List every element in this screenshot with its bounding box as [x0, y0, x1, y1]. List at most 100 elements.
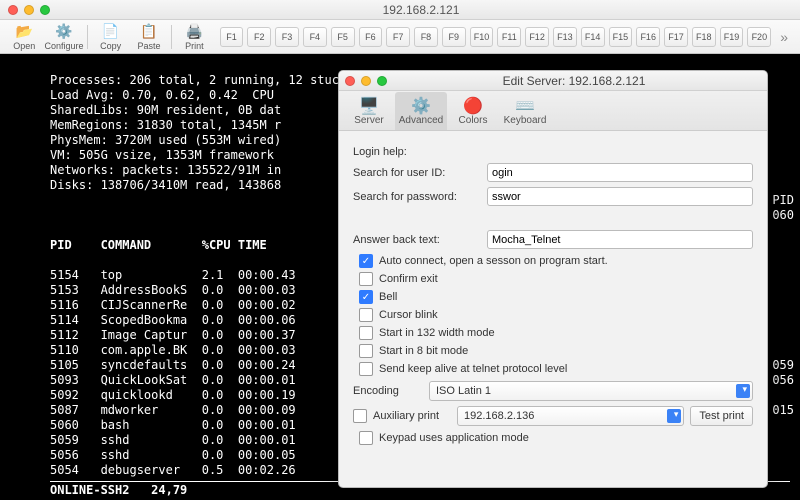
encoding-label: Encoding [353, 385, 423, 397]
fn-f3[interactable]: F3 [275, 27, 299, 47]
encoding-select[interactable]: ISO Latin 1 [429, 381, 753, 401]
paste-label: Paste [138, 41, 161, 51]
checkbox-icon[interactable]: ✓ [359, 254, 373, 268]
confirm-exit-row[interactable]: Confirm exit [359, 272, 753, 286]
bell-row[interactable]: ✓ Bell [359, 290, 753, 304]
checkbox-label: Keypad uses application mode [379, 432, 529, 444]
answer-back-label: Answer back text: [353, 234, 481, 246]
close-icon[interactable] [345, 76, 355, 86]
login-help-label: Login help: [353, 146, 407, 158]
checkbox-label: Bell [379, 291, 397, 303]
zoom-icon[interactable] [40, 5, 50, 15]
encoding-value: ISO Latin 1 [436, 385, 491, 397]
overflow-icon[interactable]: » [774, 29, 794, 45]
checkbox-icon[interactable] [359, 272, 373, 286]
test-print-label: Test print [699, 410, 744, 422]
checkbox-icon[interactable] [359, 308, 373, 322]
fn-f12[interactable]: F12 [525, 27, 549, 47]
advanced-icon: ⚙️ [411, 97, 431, 115]
sheet-window-controls [345, 76, 387, 86]
tab-label: Server [354, 115, 383, 126]
tab-keyboard[interactable]: ⌨️Keyboard [499, 92, 551, 130]
fn-f6[interactable]: F6 [359, 27, 383, 47]
open-label: Open [13, 41, 35, 51]
auto-connect-row[interactable]: ✓ Auto connect, open a sesson on program … [359, 254, 753, 268]
open-button[interactable]: 📂Open [6, 21, 42, 53]
close-icon[interactable] [8, 5, 18, 15]
toolbar-divider [171, 25, 172, 49]
answer-back-input[interactable] [487, 230, 753, 249]
test-print-button[interactable]: Test print [690, 406, 753, 426]
minimize-icon[interactable] [361, 76, 371, 86]
copy-label: Copy [100, 41, 121, 51]
tab-advanced[interactable]: ⚙️Advanced [395, 92, 447, 130]
fn-f19[interactable]: F19 [720, 27, 744, 47]
tab-server[interactable]: 🖥️Server [343, 92, 395, 130]
aux-host-select[interactable]: 192.168.2.136 [457, 406, 684, 426]
checkbox-label: Cursor blink [379, 309, 438, 321]
print-button[interactable]: 🖨️Print [176, 21, 212, 53]
tab-label: Advanced [399, 115, 443, 126]
keypad-row[interactable]: Keypad uses application mode [359, 431, 753, 445]
tab-colors[interactable]: 🔴Colors [447, 92, 499, 130]
checkbox-label: Start in 8 bit mode [379, 345, 468, 357]
configure-button[interactable]: ⚙️Configure [44, 21, 83, 53]
aux-host-value: 192.168.2.136 [464, 410, 534, 422]
checkbox-label: Auxiliary print [373, 410, 439, 422]
fn-f13[interactable]: F13 [553, 27, 577, 47]
fn-f14[interactable]: F14 [581, 27, 605, 47]
fn-f1[interactable]: F1 [220, 27, 244, 47]
fn-f5[interactable]: F5 [331, 27, 355, 47]
fn-f15[interactable]: F15 [609, 27, 633, 47]
function-keys: F1F2F3F4F5F6F7F8F9F10F11F12F13F14F15F16F… [219, 27, 773, 47]
checkbox-icon[interactable] [359, 431, 373, 445]
colors-icon: 🔴 [463, 97, 483, 115]
zoom-icon[interactable] [377, 76, 387, 86]
window-controls [8, 5, 50, 15]
window-title: 192.168.2.121 [50, 3, 792, 17]
sheet-titlebar: Edit Server: 192.168.2.121 [339, 71, 767, 91]
sheet-body: Login help: Search for user ID: Search f… [339, 131, 767, 459]
search-password-input[interactable] [487, 187, 753, 206]
keepalive-row[interactable]: Send keep alive at telnet protocol level [359, 362, 753, 376]
fn-f18[interactable]: F18 [692, 27, 716, 47]
print-label: Print [185, 41, 204, 51]
status-line: ONLINE-SSH2 24,79 [50, 483, 187, 498]
fn-f17[interactable]: F17 [664, 27, 688, 47]
edit-server-sheet: Edit Server: 192.168.2.121 🖥️Server⚙️Adv… [338, 70, 768, 488]
aux-print-row[interactable]: Auxiliary print [353, 409, 451, 423]
checkbox-label: Start in 132 width mode [379, 327, 495, 339]
tab-label: Keyboard [504, 115, 547, 126]
checkbox-icon[interactable] [359, 344, 373, 358]
width-132-row[interactable]: Start in 132 width mode [359, 326, 753, 340]
checkbox-label: Confirm exit [379, 273, 438, 285]
fn-f7[interactable]: F7 [386, 27, 410, 47]
keyboard-icon: ⌨️ [515, 97, 535, 115]
toolbar-divider [87, 25, 88, 49]
checkbox-icon[interactable] [359, 362, 373, 376]
configure-label: Configure [44, 41, 83, 51]
cursor-blink-row[interactable]: Cursor blink [359, 308, 753, 322]
checkbox-icon[interactable] [353, 409, 367, 423]
fn-f4[interactable]: F4 [303, 27, 327, 47]
fn-f20[interactable]: F20 [747, 27, 771, 47]
toolbar: 📂Open ⚙️Configure 📄Copy 📋Paste 🖨️Print F… [0, 20, 800, 54]
copy-button[interactable]: 📄Copy [92, 21, 128, 53]
terminal-right-column: PID 060 059 056 015 [772, 54, 794, 500]
bit8-row[interactable]: Start in 8 bit mode [359, 344, 753, 358]
search-password-label: Search for password: [353, 191, 481, 203]
fn-f11[interactable]: F11 [497, 27, 521, 47]
server-icon: 🖥️ [359, 97, 379, 115]
fn-f2[interactable]: F2 [247, 27, 271, 47]
checkbox-icon[interactable] [359, 326, 373, 340]
checkbox-label: Auto connect, open a sesson on program s… [379, 255, 608, 267]
fn-f8[interactable]: F8 [414, 27, 438, 47]
checkbox-icon[interactable]: ✓ [359, 290, 373, 304]
fn-f10[interactable]: F10 [470, 27, 494, 47]
minimize-icon[interactable] [24, 5, 34, 15]
search-user-input[interactable] [487, 163, 753, 182]
fn-f16[interactable]: F16 [636, 27, 660, 47]
fn-f9[interactable]: F9 [442, 27, 466, 47]
paste-button[interactable]: 📋Paste [131, 21, 167, 53]
main-titlebar: 192.168.2.121 [0, 0, 800, 20]
